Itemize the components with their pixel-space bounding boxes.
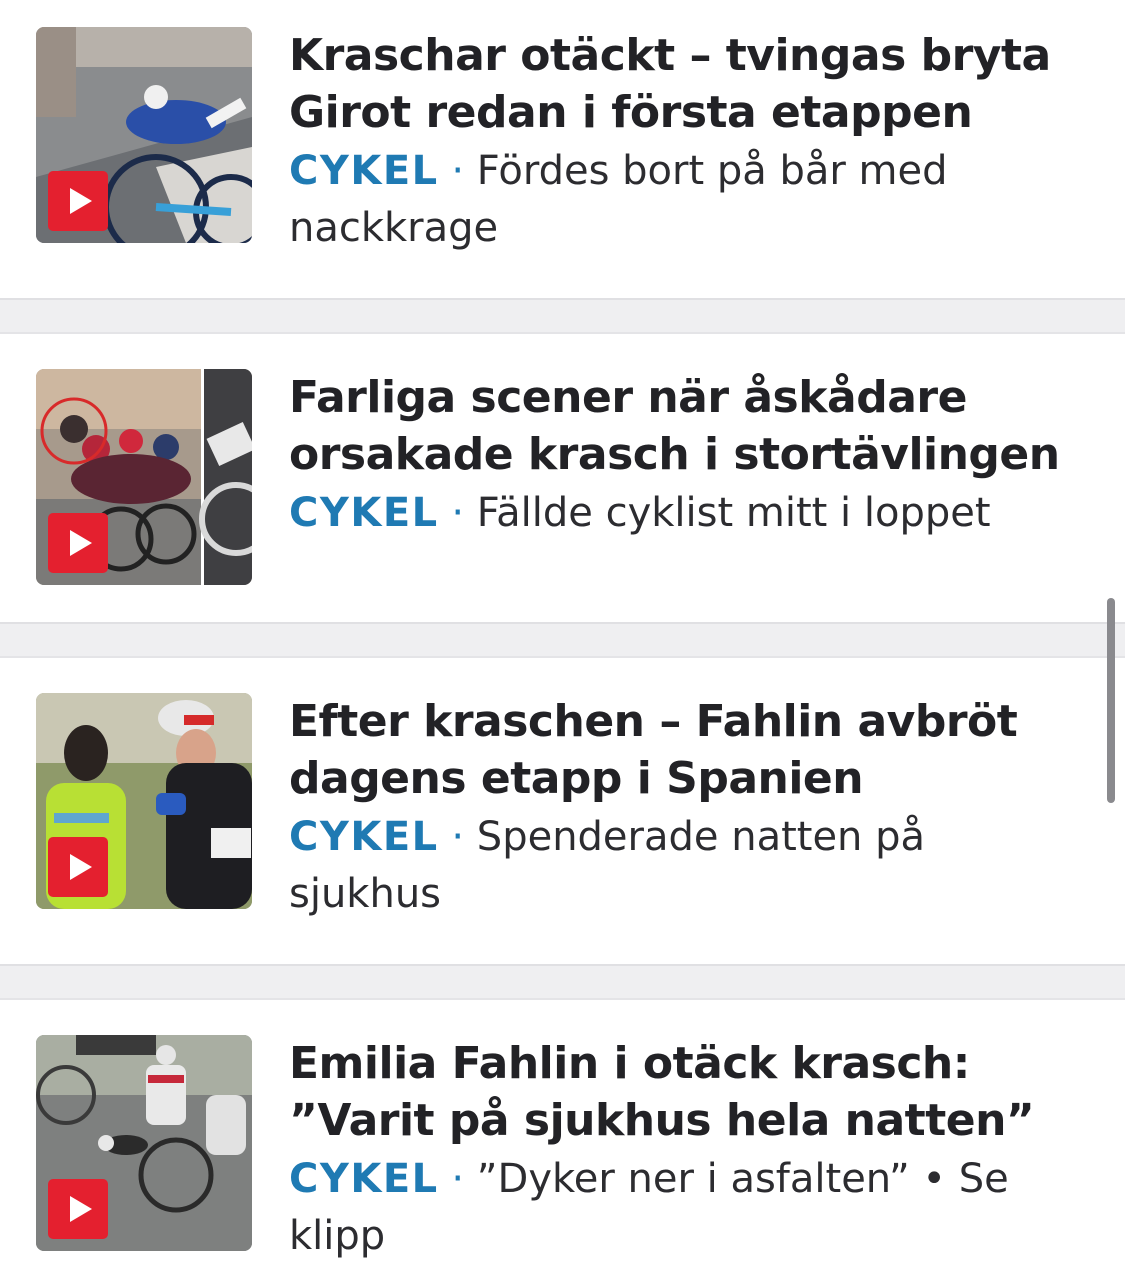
separator: · — [451, 490, 465, 536]
article-meta: CYKEL · ”Dyker ner i asfalten” • Se klip… — [289, 1151, 1089, 1265]
divider — [0, 622, 1125, 658]
category-label[interactable]: CYKEL — [289, 490, 439, 536]
article-thumbnail-4[interactable] — [36, 1035, 252, 1251]
headline-line-2: Girot redan i första etappen — [289, 87, 973, 138]
headline-line-2: orsakade krasch i stortävlingen — [289, 429, 1060, 480]
play-icon — [48, 837, 108, 897]
article-thumbnail-3[interactable] — [36, 693, 252, 909]
separator: · — [451, 1156, 465, 1202]
teaser-text: Fällde cyklist mitt i loppet — [476, 490, 991, 536]
separator: · — [451, 814, 465, 860]
category-label[interactable]: CYKEL — [289, 148, 439, 194]
headline[interactable]: Emilia Fahlin i otäck krasch: ”Varit på … — [289, 1035, 1089, 1149]
headline-line-2: dagens etapp i Spanien — [289, 753, 864, 804]
divider — [0, 298, 1125, 334]
category-label[interactable]: CYKEL — [289, 1156, 439, 1202]
article-card-2[interactable]: Farliga scener när åskådare orsakade kra… — [0, 334, 1125, 622]
article-text-4: Emilia Fahlin i otäck krasch: ”Varit på … — [289, 1035, 1089, 1265]
article-meta: CYKEL · Fördes bort på bår med nackkrage — [289, 143, 1089, 257]
news-feed: Kraschar otäckt – tvingas bryta Girot re… — [0, 0, 1125, 1286]
article-text-2: Farliga scener när åskådare orsakade kra… — [289, 369, 1089, 542]
headline-line-1: Efter kraschen – Fahlin avbröt — [289, 696, 1018, 747]
scrollbar-thumb[interactable] — [1107, 598, 1115, 803]
headline-line-1: Kraschar otäckt – tvingas bryta — [289, 30, 1051, 81]
headline[interactable]: Farliga scener när åskådare orsakade kra… — [289, 369, 1089, 483]
category-label[interactable]: CYKEL — [289, 814, 439, 860]
divider — [0, 964, 1125, 1000]
article-card-1[interactable]: Kraschar otäckt – tvingas bryta Girot re… — [0, 0, 1125, 298]
article-text-3: Efter kraschen – Fahlin avbröt dagens et… — [289, 693, 1089, 923]
play-icon — [48, 1179, 108, 1239]
article-card-3[interactable]: Efter kraschen – Fahlin avbröt dagens et… — [0, 658, 1125, 964]
article-meta: CYKEL · Fällde cyklist mitt i loppet — [289, 485, 1089, 542]
headline[interactable]: Efter kraschen – Fahlin avbröt dagens et… — [289, 693, 1089, 807]
separator: · — [451, 148, 465, 194]
headline[interactable]: Kraschar otäckt – tvingas bryta Girot re… — [289, 27, 1089, 141]
headline-line-1: Emilia Fahlin i otäck krasch: — [289, 1038, 970, 1089]
article-meta: CYKEL · Spenderade natten på sjukhus — [289, 809, 1089, 923]
headline-line-2: ”Varit på sjukhus hela natten” — [289, 1095, 1035, 1146]
article-text-1: Kraschar otäckt – tvingas bryta Girot re… — [289, 27, 1089, 257]
headline-line-1: Farliga scener när åskådare — [289, 372, 967, 423]
article-card-4[interactable]: Emilia Fahlin i otäck krasch: ”Varit på … — [0, 1000, 1125, 1286]
article-thumbnail-1[interactable] — [36, 27, 252, 243]
play-icon — [48, 171, 108, 231]
article-thumbnail-2[interactable] — [36, 369, 252, 585]
play-icon — [48, 513, 108, 573]
